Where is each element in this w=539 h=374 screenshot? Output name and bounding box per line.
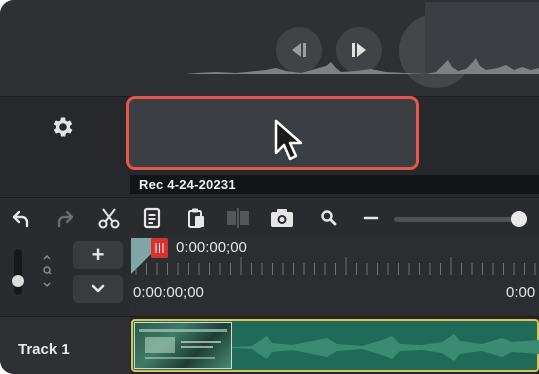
copy-icon [143, 207, 161, 229]
split-button[interactable] [225, 206, 251, 230]
timeline-controls: + [0, 237, 130, 315]
cut-button[interactable] [96, 206, 122, 230]
split-icon [227, 208, 249, 228]
zoom-out-icon [363, 216, 379, 220]
zoom-out-button[interactable] [358, 206, 384, 230]
ruler-ticks [135, 257, 536, 275]
snapshot-button[interactable] [269, 206, 295, 230]
mouse-cursor-icon [274, 119, 303, 161]
clip-thumbnail [134, 322, 232, 369]
zoom-slider-track[interactable] [394, 217, 526, 222]
redo-icon [57, 210, 74, 228]
track-name: Track 1 [18, 341, 70, 358]
clip-name-label: Rec 4-24-20231 [130, 175, 539, 194]
editor-window: Rec 4-24-20231 + 0:00:00;00 0:00:00;00 0… [0, 0, 539, 374]
zoom-button[interactable] [316, 206, 342, 230]
scissors-icon [98, 208, 120, 229]
clip-waveform [126, 58, 539, 74]
snapshot-icon [271, 209, 293, 227]
copy-button[interactable] [139, 206, 165, 230]
playhead-grip-icon [155, 243, 164, 253]
timeline-toolbar [0, 197, 539, 237]
track-options-button[interactable] [73, 275, 123, 303]
zoom-icon [321, 210, 337, 226]
ruler-start-time: 0:00:00;00 [133, 284, 204, 301]
undo-icon [12, 210, 29, 228]
track-height-knob[interactable] [12, 275, 24, 287]
vertical-zoom-icon [43, 254, 52, 288]
paste-button[interactable] [183, 206, 209, 230]
paste-icon [188, 208, 204, 228]
add-track-button[interactable]: + [73, 241, 123, 269]
plus-icon: + [91, 242, 105, 267]
track-header[interactable]: Track 1 [0, 316, 130, 374]
chevron-down-icon [91, 284, 105, 293]
zoom-slider-thumb[interactable] [511, 211, 528, 227]
redo-button[interactable] [52, 206, 78, 230]
in-point-marker[interactable] [131, 238, 153, 274]
gear-icon[interactable] [50, 114, 76, 140]
thumbnail-image [139, 329, 227, 359]
playhead[interactable] [151, 238, 168, 258]
undo-button[interactable] [8, 206, 34, 230]
ruler-next-time: 0:00 [506, 284, 536, 301]
track-height-slider[interactable] [14, 249, 22, 295]
playhead-time: 0:00:00;00 [176, 239, 247, 256]
audio-waveform [232, 334, 539, 361]
